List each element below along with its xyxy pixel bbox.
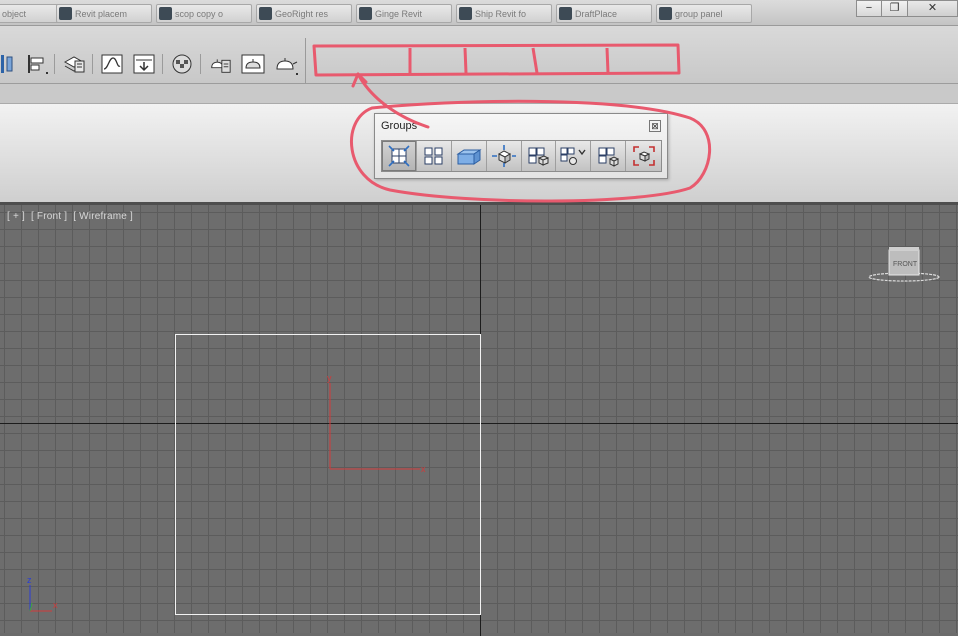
open-group-icon[interactable] [451, 141, 487, 171]
empty-toolbar-area [316, 44, 678, 72]
viewport-shading-label[interactable]: [ Wireframe ] [73, 211, 133, 222]
taskbar: s object Revit placem scop copy o GeoRig… [0, 0, 958, 26]
tab-label: Ship Revit fo [475, 9, 527, 19]
tab-label: group panel [675, 9, 723, 19]
separator [92, 54, 93, 74]
taskbar-tab[interactable]: Revit placem [56, 4, 152, 23]
tab-app-icon [459, 7, 472, 20]
groups-button-row [381, 140, 662, 172]
restore-button[interactable]: ❐ [881, 0, 908, 17]
layer-manager-icon[interactable] [62, 51, 86, 77]
tab-label: scop copy o [175, 9, 224, 19]
close-button[interactable]: ✕ [907, 0, 958, 17]
group-icon[interactable] [382, 141, 417, 171]
assembly-icon[interactable] [626, 141, 661, 171]
pivot-gizmo[interactable]: y x [320, 369, 440, 479]
close-icon[interactable]: ⊠ [649, 120, 661, 132]
taskbar-tab[interactable]: GeoRight res [256, 4, 352, 23]
groups-title: Groups [381, 120, 418, 132]
viewcube-face-label: FRONT [893, 261, 918, 268]
separator [54, 54, 55, 74]
explode-group-icon[interactable] [591, 141, 627, 171]
tab-app-icon [59, 7, 72, 20]
material-editor-icon[interactable] [170, 51, 194, 77]
tab-app-icon [659, 7, 672, 20]
curve-editor-icon[interactable] [100, 51, 124, 77]
groups-floating-toolbar[interactable]: Groups ⊠ [374, 113, 668, 179]
taskbar-tab[interactable]: Ship Revit fo [456, 4, 552, 23]
tab-app-icon [559, 7, 572, 20]
align-dropdown-icon[interactable] [26, 51, 50, 77]
world-x-label: x [53, 600, 58, 610]
taskbar-tab[interactable]: scop copy o [156, 4, 252, 23]
gizmo-x-label: x [421, 464, 426, 474]
viewport-label[interactable]: [ + ] [ Front ] [ Wireframe ] [7, 211, 136, 222]
tab-label: Revit placem [75, 9, 128, 19]
render-setup-icon[interactable] [208, 51, 232, 77]
tab-app-icon [159, 7, 172, 20]
minimize-button[interactable]: − [856, 0, 882, 17]
taskbar-tab[interactable]: DraftPlace [556, 4, 652, 23]
front-viewport[interactable]: [ + ] [ Front ] [ Wireframe ] y x z x FR… [0, 202, 958, 636]
tab-label: GeoRight res [275, 9, 329, 19]
viewcube[interactable]: FRONT [867, 245, 941, 285]
detach-group-icon[interactable] [556, 141, 592, 171]
toolbar-button-group [0, 38, 306, 83]
world-z-label: z [27, 575, 32, 585]
align-icon[interactable] [0, 51, 14, 77]
render-production-icon[interactable] [273, 51, 299, 77]
viewport-point-of-view-label[interactable]: [ Front ] [31, 211, 67, 222]
main-toolbar [0, 26, 958, 84]
command-bar [0, 84, 958, 104]
viewport-menu-label[interactable]: [ + ] [7, 211, 25, 222]
attach-group-icon[interactable] [521, 141, 557, 171]
rendered-frame-icon[interactable] [240, 51, 266, 77]
tab-label: s object [0, 9, 27, 19]
gizmo-y-label: y [327, 373, 332, 383]
world-axis-tripod: z x [27, 575, 58, 612]
tab-label: DraftPlace [575, 9, 618, 19]
close-group-icon[interactable] [486, 141, 522, 171]
separator [162, 54, 163, 74]
ungroup-icon[interactable] [416, 141, 452, 171]
tab-app-icon [259, 7, 272, 20]
tab-label: Ginge Revit [375, 9, 423, 19]
taskbar-tab[interactable]: group panel [656, 4, 752, 23]
tab-app-icon [359, 7, 372, 20]
separator [200, 54, 201, 74]
taskbar-tab[interactable]: Ginge Revit [356, 4, 452, 23]
schematic-view-icon[interactable] [132, 51, 156, 77]
